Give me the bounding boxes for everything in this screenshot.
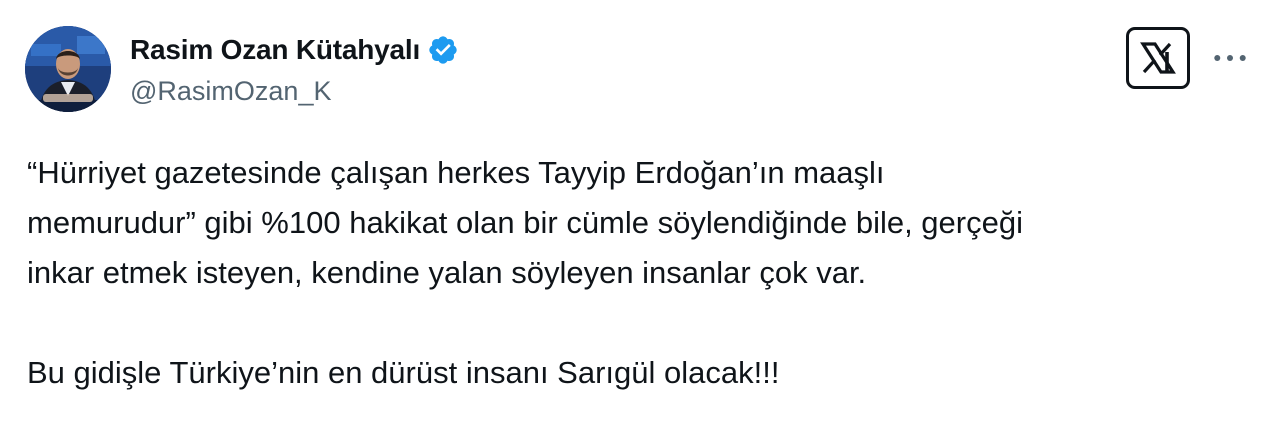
author-avatar[interactable] xyxy=(25,26,111,112)
x-logo-glyph xyxy=(1140,42,1176,74)
author-handle[interactable]: @RasimOzan_K xyxy=(130,76,331,107)
tweet-text: “Hürriyet gazetesinde çalışan herkes Tay… xyxy=(27,148,1267,398)
author-display-name[interactable]: Rasim Ozan Kütahyalı xyxy=(130,34,420,66)
x-logo-icon[interactable] xyxy=(1126,27,1190,89)
verified-badge-icon xyxy=(427,34,459,66)
more-horizontal-icon xyxy=(1214,55,1246,61)
tweet-paragraph-2: Bu gidişle Türkiye’nin en dürüst insanı … xyxy=(27,355,780,390)
tweet-paragraph-1: “Hürriyet gazetesinde çalışan herkes Tay… xyxy=(27,155,1023,290)
author-name-row: Rasim Ozan Kütahyalı xyxy=(130,30,459,70)
more-options-button[interactable] xyxy=(1208,40,1252,76)
tweet-card: Rasim Ozan Kütahyalı @RasimOzan_K “Hürri… xyxy=(0,0,1280,426)
avatar-image xyxy=(25,26,111,112)
